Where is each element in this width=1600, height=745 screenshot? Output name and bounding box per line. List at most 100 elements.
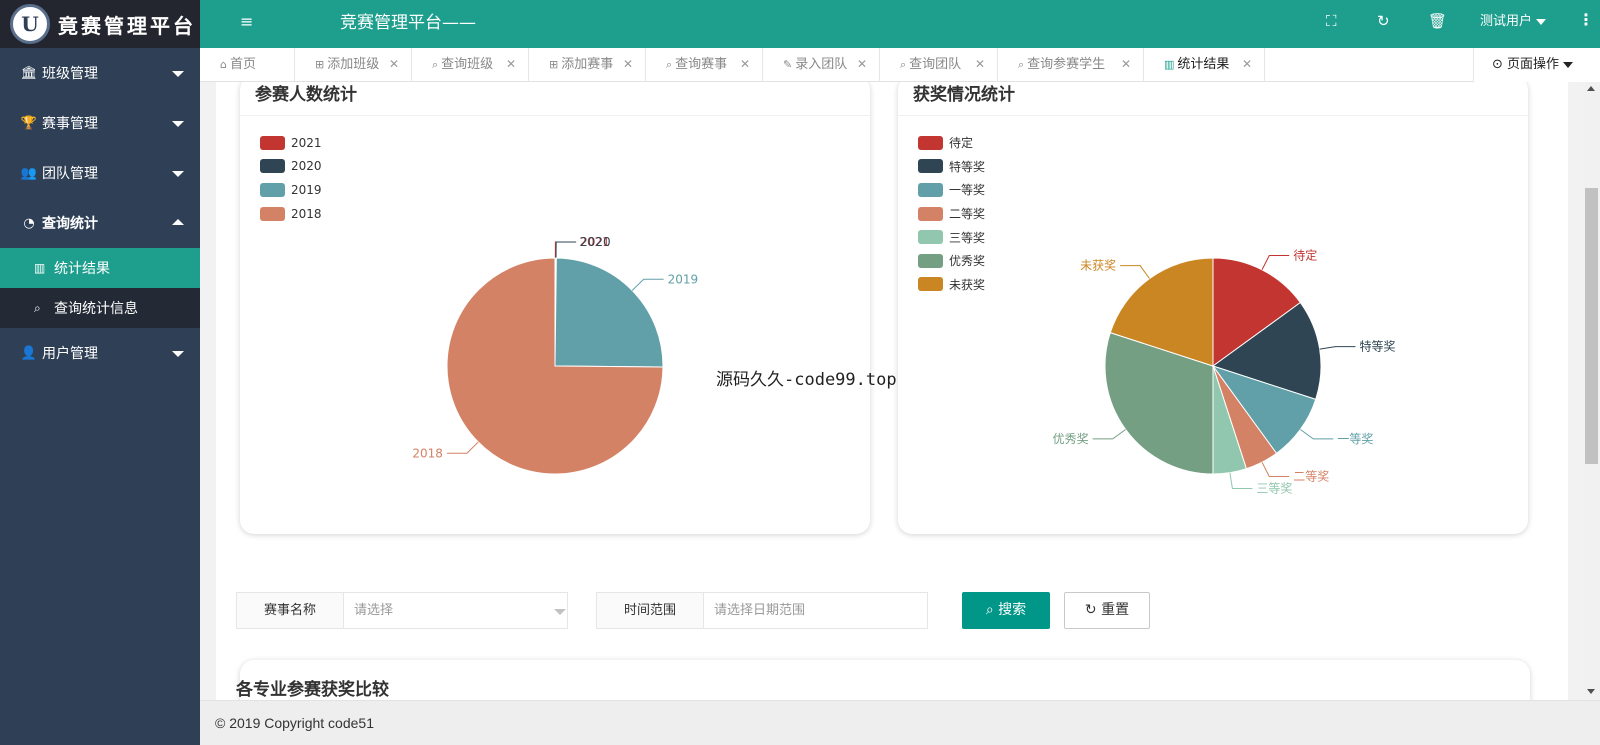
scroll-up-icon[interactable] <box>1587 86 1595 91</box>
sidebar-item-class-management[interactable]: 🏛 班级管理 <box>0 48 200 98</box>
chevron-down-icon <box>172 171 184 177</box>
tab-home[interactable]: ⌂ 首页 <box>200 48 295 82</box>
event-name-select[interactable] <box>343 592 568 629</box>
pie-label-line <box>554 241 576 259</box>
tab-bar: ⌂ 首页 ⊞ 添加班级 ✕ ⌕ 查询班级 ✕ ⊞ 添加赛事 ✕ ⌕ 查询赛事 ✕ ✎ 录入团队 ✕ ⌕… <box>200 48 1600 82</box>
pie-label: 2018 <box>412 446 443 460</box>
content-scrollbar[interactable] <box>1583 82 1600 700</box>
close-icon[interactable]: ✕ <box>975 48 985 81</box>
chevron-down-icon <box>554 609 566 615</box>
sidebar-item-event-management[interactable]: 🏆 赛事管理 <box>0 98 200 148</box>
close-icon[interactable]: ✕ <box>1121 48 1131 81</box>
footer: © 2019 Copyright code51 <box>200 700 1600 745</box>
sidebar-item-team-management[interactable]: 👥 团队管理 <box>0 148 200 198</box>
event-name-label: 赛事名称 <box>236 592 344 629</box>
scroll-thumb[interactable] <box>1585 188 1598 464</box>
sidebar-subitem-label: 统计结果 <box>54 261 110 277</box>
sidebar-item-label: 用户管理 <box>42 346 98 362</box>
pie-label: 二等奖 <box>1293 469 1329 483</box>
awards-chart-card: 获奖情况统计 待定 特等奖 一等奖 二等奖 三等奖 优秀奖 未获奖 待定 特等奖 一等奖 二等奖三… <box>898 82 1528 534</box>
chevron-down-icon <box>172 121 184 127</box>
tab-label: 查询赛事 <box>675 57 728 72</box>
awards-pie-chart: 待定特等奖一等奖二等奖三等奖 优秀奖 未获奖 <box>1053 248 1396 496</box>
close-icon[interactable]: ✕ <box>623 48 633 81</box>
trash-icon[interactable]: 🗑 <box>1428 12 1447 30</box>
close-icon[interactable]: ✕ <box>506 48 516 81</box>
logo-text: 竟赛管理平台 <box>58 13 196 38</box>
bar-chart-icon: ▥ <box>1164 58 1175 71</box>
sidebar-subitem-statistics-result[interactable]: ▥ 统计结果 <box>0 248 200 288</box>
top-header: ≡ 竞赛管理平台—— ⛶ ↻ 🗑 测试用户 ⋮ <box>200 0 1600 48</box>
sidebar: U 竟赛管理平台 🏛 班级管理 🏆 赛事管理 👥 团队管理 ◔ 查询统计 ▥ 统… <box>0 0 200 745</box>
sidebar-item-label: 团队管理 <box>42 166 98 182</box>
logo-badge-icon: U <box>10 4 50 44</box>
chevron-down-icon <box>172 71 184 77</box>
main-content: 参赛人数统计 2021 2020 2019 2018 2021 2020 2019 2018… <box>216 82 1568 700</box>
tab-enter-team[interactable]: ✎ 录入团队 ✕ <box>763 48 880 82</box>
header-title: 竞赛管理平台—— <box>340 13 476 33</box>
pie-label-line <box>1261 255 1290 270</box>
tab-query-students[interactable]: ⌕ 查询参赛学生 ✕ <box>998 48 1144 82</box>
logo[interactable]: U 竟赛管理平台 <box>0 0 200 48</box>
pie-label: 2020 <box>580 235 611 249</box>
tab-query-class[interactable]: ⌕ 查询班级 ✕ <box>412 48 529 82</box>
plus-square-icon: ⊞ <box>315 58 325 71</box>
reset-button[interactable]: ↻ 重置 <box>1064 592 1150 629</box>
fullscreen-icon[interactable]: ⛶ <box>1326 12 1337 30</box>
pie-label: 三等奖 <box>1256 481 1292 495</box>
sidebar-item-label: 班级管理 <box>42 66 98 82</box>
pie-label: 优秀奖 <box>1053 432 1089 446</box>
tab-label: 查询参赛学生 <box>1027 57 1106 72</box>
tab-label: 首页 <box>229 57 256 72</box>
tab-label: 查询团队 <box>909 57 962 72</box>
pie-label-line <box>1229 472 1253 489</box>
pie-label: 一等奖 <box>1337 432 1373 446</box>
tab-label: 查询班级 <box>441 57 494 72</box>
menu-toggle-icon[interactable]: ≡ <box>240 12 253 31</box>
time-range-input[interactable] <box>703 592 928 629</box>
sidebar-subitem-query-statistics-info[interactable]: ⌕ 查询统计信息 <box>0 288 200 328</box>
user-name: 测试用户 <box>1480 14 1533 29</box>
refresh-icon[interactable]: ↻ <box>1377 12 1390 30</box>
tab-label: 添加班级 <box>327 57 380 72</box>
more-icon[interactable]: ⋮ <box>1578 10 1594 29</box>
copyright-text: © 2019 Copyright code51 <box>215 715 374 731</box>
bank-icon: 🏛 <box>20 65 38 81</box>
tab-label: 添加赛事 <box>561 57 614 72</box>
tab-label: 录入团队 <box>795 57 848 72</box>
pie-label-line <box>555 241 577 259</box>
search-icon: ⌕ <box>985 602 994 618</box>
reset-button-label: 重置 <box>1101 602 1130 618</box>
user-menu[interactable]: 测试用户 <box>1480 10 1547 29</box>
tab-statistics-result[interactable]: ▥ 统计结果 ✕ <box>1144 48 1265 82</box>
sidebar-item-label: 赛事管理 <box>42 116 98 132</box>
tab-query-event[interactable]: ⌕ 查询赛事 ✕ <box>646 48 763 82</box>
search-icon: ⌕ <box>1018 58 1025 71</box>
close-icon[interactable]: ✕ <box>389 48 399 81</box>
pie-chart-icon: ◔ <box>23 215 35 231</box>
sidebar-item-label: 查询统计 <box>42 216 98 232</box>
page-operations-label: 页面操作 <box>1507 57 1560 72</box>
pie-label: 未获奖 <box>1080 259 1116 273</box>
close-icon[interactable]: ✕ <box>740 48 750 81</box>
comparison-card-title: 各专业参赛获奖比较 <box>236 680 389 700</box>
scroll-down-icon[interactable] <box>1587 689 1595 694</box>
search-button-label: 搜索 <box>998 602 1027 618</box>
close-icon[interactable]: ✕ <box>1242 48 1252 81</box>
page-operations-dropdown[interactable]: ⊙ 页面操作 <box>1473 48 1600 82</box>
search-icon: ⌕ <box>34 300 41 315</box>
search-icon: ⌕ <box>900 58 907 71</box>
user-icon: 👤 <box>20 345 38 361</box>
tab-add-class[interactable]: ⊞ 添加班级 ✕ <box>295 48 412 82</box>
tab-label: 统计结果 <box>1177 57 1230 72</box>
search-button[interactable]: ⌕ 搜索 <box>962 592 1050 629</box>
participants-pie-chart: 2021202020192018 <box>412 235 698 475</box>
search-icon: ⌕ <box>432 58 439 71</box>
close-icon[interactable]: ✕ <box>857 48 867 81</box>
pie-slice[interactable] <box>554 257 664 368</box>
tab-query-team[interactable]: ⌕ 查询团队 ✕ <box>880 48 998 82</box>
pie-label-line <box>631 278 664 291</box>
tab-add-event[interactable]: ⊞ 添加赛事 ✕ <box>529 48 646 82</box>
sidebar-item-query-statistics[interactable]: ◔ 查询统计 <box>0 198 200 248</box>
sidebar-item-user-management[interactable]: 👤 用户管理 <box>0 328 200 378</box>
